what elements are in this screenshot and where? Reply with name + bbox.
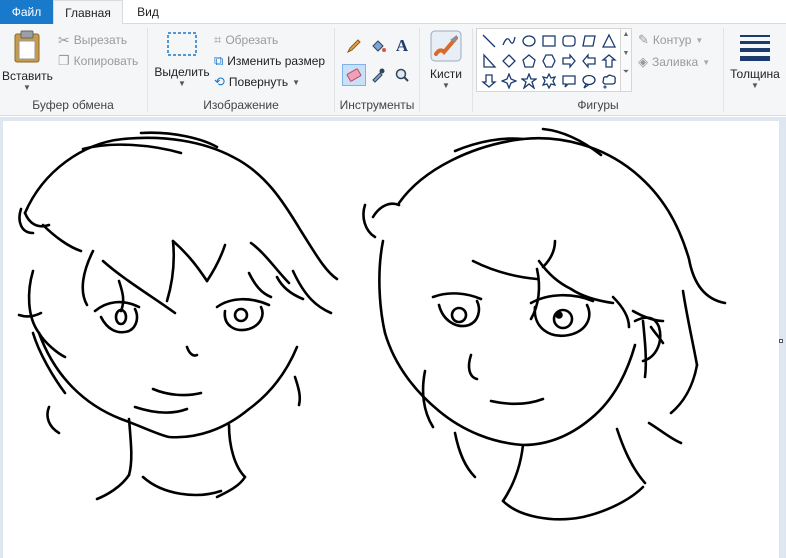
brush-icon — [430, 30, 462, 62]
crop-icon: ⌗ — [214, 32, 222, 47]
star6-shape-icon[interactable] — [539, 71, 559, 91]
rotate-button[interactable]: ⟲ Повернуть ▼ — [214, 72, 300, 92]
right-triangle-shape-icon[interactable] — [479, 51, 499, 71]
star5-shape-icon[interactable] — [519, 71, 539, 91]
fill-icon: ◈ — [638, 54, 648, 69]
shapes-gallery — [476, 28, 626, 92]
line-shape-icon[interactable] — [479, 31, 499, 51]
drawing-canvas[interactable] — [3, 121, 779, 558]
cut-button[interactable]: ✂ Вырезать — [58, 30, 127, 50]
resize-label: Изменить размер — [227, 54, 326, 68]
ribbon: Вставить ▼ ✂ Вырезать ❐ Копировать Буфер… — [0, 24, 786, 116]
ribbon-tabs: Файл Главная Вид — [0, 0, 786, 25]
clipboard-group: Вставить ▼ ✂ Вырезать ❐ Копировать Буфер… — [0, 24, 146, 116]
shapes-group-label: Фигуры — [577, 98, 619, 112]
tab-file[interactable]: Файл — [0, 0, 53, 24]
paste-button[interactable]: Вставить ▼ — [2, 28, 53, 94]
group-divider — [334, 28, 335, 112]
diamond-shape-icon[interactable] — [499, 51, 519, 71]
group-divider — [147, 28, 148, 112]
crop-label: Обрезать — [225, 33, 279, 47]
tab-view[interactable]: Вид — [123, 0, 173, 24]
magnifier-icon[interactable] — [392, 65, 412, 85]
text-icon[interactable]: A — [392, 36, 412, 56]
eraser-icon[interactable] — [342, 64, 366, 86]
star4-shape-icon[interactable] — [499, 71, 519, 91]
fill-label: Заливка — [652, 55, 699, 69]
pentagon-shape-icon[interactable] — [519, 51, 539, 71]
down-arrow-shape-icon[interactable] — [479, 71, 499, 91]
crop-button[interactable]: ⌗ Обрезать — [214, 30, 278, 50]
chevron-down-icon: ▼ — [442, 81, 450, 90]
copy-button[interactable]: ❐ Копировать — [58, 51, 138, 71]
copy-label: Копировать — [73, 54, 139, 68]
cloud-callout-shape-icon[interactable] — [599, 71, 619, 91]
shapes-gallery-scroll[interactable]: ▲ ▼ ⏷ — [620, 28, 632, 92]
chevron-down-icon: ▼ — [292, 77, 301, 87]
gallery-more-icon[interactable]: ⏷ — [621, 67, 631, 77]
paste-label: Вставить — [2, 69, 53, 83]
chevron-down-icon: ▼ — [695, 35, 704, 45]
brushes-label: Кисти — [430, 67, 462, 81]
scroll-up-icon[interactable]: ▲ — [621, 31, 631, 38]
up-arrow-shape-icon[interactable] — [599, 51, 619, 71]
rotate-icon: ⟲ — [214, 74, 225, 89]
sketch-drawing — [17, 127, 727, 521]
oval-callout-shape-icon[interactable] — [579, 71, 599, 91]
chevron-down-icon: ▼ — [23, 83, 31, 92]
group-divider — [472, 28, 473, 112]
pencil-icon[interactable] — [344, 36, 364, 56]
left-arrow-shape-icon[interactable] — [579, 51, 599, 71]
clipboard-icon — [14, 30, 40, 63]
cut-label: Вырезать — [73, 33, 128, 47]
scroll-down-icon[interactable]: ▼ — [621, 50, 631, 57]
scissors-icon: ✂ — [58, 31, 70, 48]
size-group: Толщина ▼ — [724, 24, 786, 116]
line-thickness-icon — [740, 35, 770, 61]
tools-group: A Инструменты — [336, 24, 418, 116]
outline-icon: ✎ — [638, 32, 649, 47]
shapes-group: ▲ ▼ ⏷ ✎ Контур ▼ ◈ Заливка ▼ Фигуры — [474, 24, 722, 116]
select-rect-icon — [167, 32, 197, 56]
image-group-label: Изображение — [203, 98, 279, 112]
workspace — [0, 117, 786, 558]
resize-icon: ⧉ — [214, 53, 224, 68]
brushes-group: Кисти ▼ — [420, 24, 470, 116]
rounded-rectangle-shape-icon[interactable] — [559, 31, 579, 51]
size-label: Толщина — [730, 67, 780, 81]
polygon-shape-icon[interactable] — [579, 31, 599, 51]
copy-icon: ❐ — [58, 53, 70, 68]
oval-shape-icon[interactable] — [519, 31, 539, 51]
right-arrow-shape-icon[interactable] — [559, 51, 579, 71]
tab-home[interactable]: Главная — [53, 0, 123, 25]
image-group: Выделить ▼ ⌗ Обрезать ⧉ Изменить размер … — [150, 24, 332, 116]
color-picker-icon[interactable] — [368, 65, 388, 85]
select-button[interactable]: Выделить ▼ — [154, 30, 210, 94]
rectangle-shape-icon[interactable] — [539, 31, 559, 51]
chevron-down-icon: ▼ — [702, 57, 711, 67]
resize-button[interactable]: ⧉ Изменить размер — [214, 51, 325, 71]
tools-group-label: Инструменты — [339, 98, 415, 112]
outline-button[interactable]: ✎ Контур ▼ — [638, 30, 703, 50]
curve-shape-icon[interactable] — [499, 31, 519, 51]
rotate-label: Повернуть — [228, 75, 289, 89]
outline-label: Контур — [652, 33, 692, 47]
fill-button[interactable]: ◈ Заливка ▼ — [638, 52, 710, 72]
fill-bucket-icon[interactable] — [368, 36, 388, 56]
select-label: Выделить — [154, 65, 210, 79]
rect-callout-shape-icon[interactable] — [559, 71, 579, 91]
clipboard-group-label: Буфер обмена — [32, 98, 114, 112]
brushes-button[interactable]: Кисти ▼ — [424, 28, 468, 94]
canvas-resize-handle[interactable] — [779, 339, 783, 343]
chevron-down-icon: ▼ — [178, 79, 186, 88]
triangle-shape-icon[interactable] — [599, 31, 619, 51]
chevron-down-icon: ▼ — [751, 81, 759, 90]
size-button[interactable]: Толщина ▼ — [728, 28, 782, 94]
hexagon-shape-icon[interactable] — [539, 51, 559, 71]
